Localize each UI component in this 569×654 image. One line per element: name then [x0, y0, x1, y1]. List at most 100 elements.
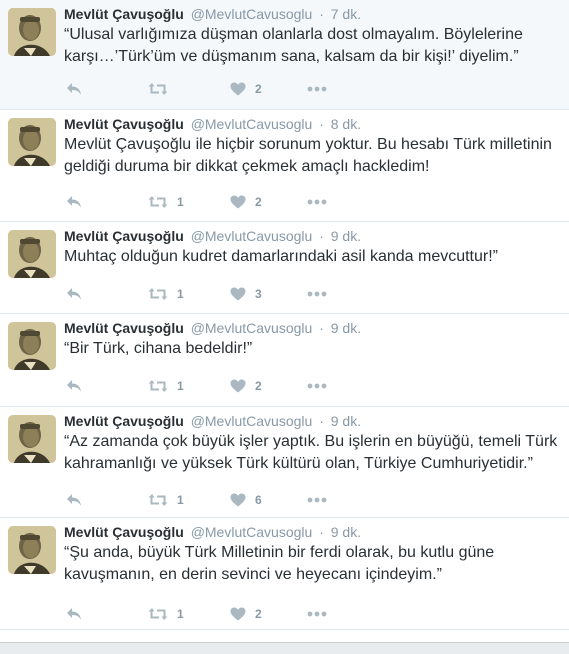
retweet-icon — [148, 196, 168, 208]
retweet-button[interactable]: 1 — [148, 377, 184, 395]
avatar[interactable] — [8, 322, 56, 370]
like-count: 2 — [255, 607, 262, 621]
tweet-author-handle[interactable]: @MevlutCavusoglu — [191, 320, 313, 336]
retweet-button[interactable]: 1 — [148, 605, 184, 623]
heart-icon — [230, 195, 246, 209]
tweet-header: Mevlüt Çavuşoğlu @MevlutCavusoglu · 9 dk… — [64, 412, 561, 430]
reply-button[interactable] — [66, 605, 82, 623]
avatar[interactable] — [8, 118, 56, 166]
heart-icon — [230, 493, 246, 507]
tweet-actions: 2 — [64, 80, 364, 98]
tweet-author-name[interactable]: Mevlüt Çavuşoğlu — [64, 320, 184, 336]
more-options-button[interactable] — [307, 193, 327, 211]
reply-button[interactable] — [66, 80, 82, 98]
tweet-author-name[interactable]: Mevlüt Çavuşoğlu — [64, 6, 184, 22]
retweet-count: 1 — [177, 379, 184, 393]
reply-icon — [67, 288, 81, 300]
like-count: 6 — [255, 493, 262, 507]
tweet-timestamp[interactable]: 9 dk. — [331, 413, 361, 429]
tweet-header: Mevlüt Çavuşoğlu @MevlutCavusoglu · 8 dk… — [64, 115, 561, 133]
like-button[interactable]: 2 — [230, 80, 262, 98]
retweet-button[interactable]: 1 — [148, 491, 184, 509]
tweet-time-separator: · — [319, 6, 324, 22]
tweet[interactable]: Mevlüt Çavuşoğlu @MevlutCavusoglu · 9 dk… — [0, 518, 569, 630]
like-button[interactable]: 2 — [230, 377, 262, 395]
avatar[interactable] — [8, 230, 56, 278]
like-button[interactable]: 2 — [230, 605, 262, 623]
more-dots-icon — [307, 383, 327, 389]
tweet-timestamp[interactable]: 9 dk. — [331, 228, 361, 244]
retweet-button[interactable]: 1 — [148, 193, 184, 211]
tweet-text: Muhtaç olduğun kudret damarlarındaki asi… — [64, 248, 498, 265]
tweet-timestamp[interactable]: 9 dk. — [331, 524, 361, 540]
tweet-timeline: Mevlüt Çavuşoğlu @MevlutCavusoglu · 7 dk… — [0, 0, 569, 654]
tweet-author-name[interactable]: Mevlüt Çavuşoğlu — [64, 413, 184, 429]
tweet[interactable]: Mevlüt Çavuşoğlu @MevlutCavusoglu · 9 dk… — [0, 407, 569, 518]
retweet-icon — [148, 494, 168, 506]
more-options-button[interactable] — [307, 605, 327, 623]
tweet-author-name[interactable]: Mevlüt Çavuşoğlu — [64, 228, 184, 244]
more-options-button[interactable] — [307, 377, 327, 395]
like-count: 2 — [255, 82, 262, 96]
avatar[interactable] — [8, 8, 56, 56]
heart-icon — [230, 607, 246, 621]
reply-button[interactable] — [66, 193, 82, 211]
like-button[interactable]: 3 — [230, 285, 262, 303]
avatar-image — [8, 118, 56, 166]
tweet-author-name[interactable]: Mevlüt Çavuşoğlu — [64, 116, 184, 132]
avatar-image — [8, 415, 56, 463]
reply-button[interactable] — [66, 377, 82, 395]
like-count: 2 — [255, 379, 262, 393]
tweet-timestamp[interactable]: 8 dk. — [331, 116, 361, 132]
avatar-image — [8, 322, 56, 370]
like-button[interactable]: 6 — [230, 491, 262, 509]
tweet-actions: 1 2 — [64, 377, 364, 395]
retweet-count: 1 — [177, 607, 184, 621]
tweet-text: “Az zamanda çok büyük işler yaptık. Bu i… — [64, 433, 558, 472]
tweet-author-handle[interactable]: @MevlutCavusoglu — [191, 413, 313, 429]
tweet[interactable]: Mevlüt Çavuşoğlu @MevlutCavusoglu · 9 dk… — [0, 222, 569, 314]
tweet-author-handle[interactable]: @MevlutCavusoglu — [191, 228, 313, 244]
tweet-author-handle[interactable]: @MevlutCavusoglu — [191, 6, 313, 22]
tweet-header: Mevlüt Çavuşoğlu @MevlutCavusoglu · 9 dk… — [64, 319, 561, 337]
tweet-author-name[interactable]: Mevlüt Çavuşoğlu — [64, 524, 184, 540]
reply-icon — [67, 380, 81, 392]
avatar-image — [8, 230, 56, 278]
tweet-author-handle[interactable]: @MevlutCavusoglu — [191, 116, 313, 132]
retweet-button[interactable]: 1 — [148, 285, 184, 303]
reply-icon — [67, 608, 81, 620]
tweet-text: “Şu anda, büyük Türk Milletinin bir ferd… — [64, 544, 495, 583]
reply-icon — [67, 494, 81, 506]
reply-icon — [67, 83, 81, 95]
tweet-timestamp[interactable]: 7 dk. — [331, 6, 361, 22]
tweet-header: Mevlüt Çavuşoğlu @MevlutCavusoglu · 9 dk… — [64, 227, 561, 245]
tweet-time-separator: · — [319, 413, 324, 429]
more-dots-icon — [307, 199, 327, 205]
more-options-button[interactable] — [307, 285, 327, 303]
tweet-timestamp[interactable]: 9 dk. — [331, 320, 361, 336]
reply-button[interactable] — [66, 285, 82, 303]
retweet-button[interactable] — [148, 80, 177, 98]
tweet-author-handle[interactable]: @MevlutCavusoglu — [191, 524, 313, 540]
more-options-button[interactable] — [307, 80, 327, 98]
reply-button[interactable] — [66, 491, 82, 509]
tweet-actions: 1 2 — [64, 193, 364, 211]
more-options-button[interactable] — [307, 491, 327, 509]
tweet[interactable]: Mevlüt Çavuşoğlu @MevlutCavusoglu · 7 dk… — [0, 0, 569, 110]
tweet-time-separator: · — [319, 116, 324, 132]
reply-icon — [67, 196, 81, 208]
tweet[interactable]: Mevlüt Çavuşoğlu @MevlutCavusoglu · 8 dk… — [0, 110, 569, 222]
like-count: 3 — [255, 287, 262, 301]
avatar[interactable] — [8, 526, 56, 574]
more-dots-icon — [307, 86, 327, 92]
tweet-text: “Ulusal varlığımıza düşman olanlarla dos… — [64, 26, 523, 65]
more-dots-icon — [307, 497, 327, 503]
avatar[interactable] — [8, 415, 56, 463]
retweet-icon — [148, 288, 168, 300]
tweet[interactable]: Mevlüt Çavuşoğlu @MevlutCavusoglu · 9 dk… — [0, 314, 569, 407]
tweet-text: Mevlüt Çavuşoğlu ile hiçbir sorunum yokt… — [64, 136, 552, 175]
more-dots-icon — [307, 611, 327, 617]
tweet-time-separator: · — [319, 320, 324, 336]
retweet-icon — [148, 608, 168, 620]
like-button[interactable]: 2 — [230, 193, 262, 211]
